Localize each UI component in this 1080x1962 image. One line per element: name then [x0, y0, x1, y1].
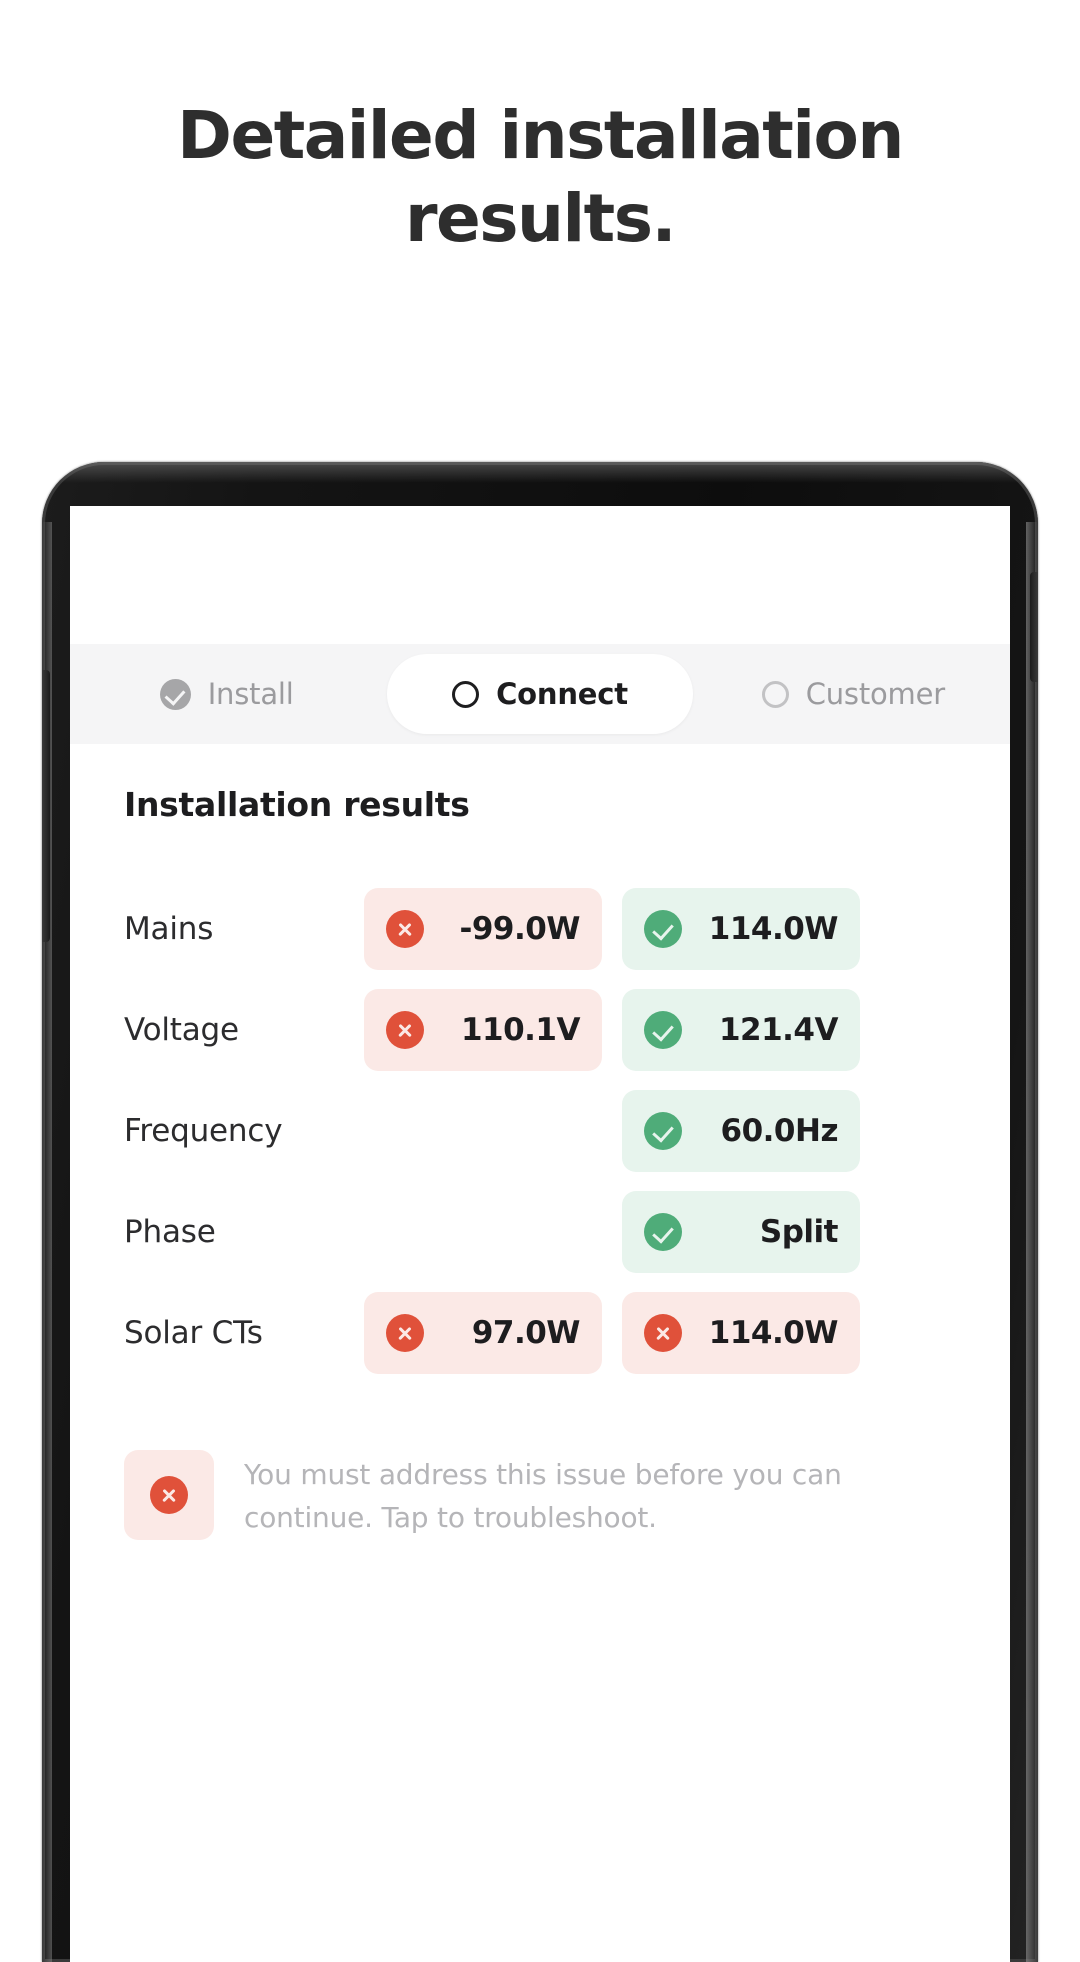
result-cell[interactable]: 110.1V — [364, 989, 602, 1071]
phone-screen: Install Connect Customer Installation re… — [70, 506, 1010, 1962]
result-value: 60.0Hz — [720, 1113, 839, 1149]
table-row: Solar CTs 97.0W 114.0W — [124, 1292, 960, 1374]
promo-headline: Detailed installation results. — [177, 97, 904, 257]
result-cell-empty — [364, 1191, 602, 1273]
circle-outline-icon — [452, 680, 480, 708]
check-circle-icon — [644, 1112, 682, 1150]
result-value: 121.4V — [718, 1012, 839, 1048]
result-cell[interactable]: 60.0Hz — [622, 1090, 860, 1172]
result-cell[interactable]: 121.4V — [622, 989, 860, 1071]
result-cell[interactable]: -99.0W — [364, 888, 602, 970]
tab-connect[interactable]: Connect — [387, 654, 693, 734]
error-circle-icon — [386, 1011, 424, 1049]
circle-outline-icon — [761, 680, 789, 708]
table-row: Mains -99.0W 114.0W — [124, 888, 960, 970]
error-circle-icon — [386, 1314, 424, 1352]
result-value: 110.1V — [460, 1012, 581, 1048]
phone-right-edge-highlight — [1026, 522, 1038, 1962]
tab-connect-label: Connect — [496, 677, 628, 711]
table-row: Frequency 60.0Hz — [124, 1090, 960, 1172]
check-circle-icon — [644, 910, 682, 948]
tab-customer-label: Customer — [805, 677, 945, 711]
notice-badge — [124, 1450, 214, 1540]
check-circle-icon — [644, 1011, 682, 1049]
page-title: Installation results — [124, 785, 470, 824]
error-circle-icon — [386, 910, 424, 948]
tab-install-label: Install — [207, 677, 294, 711]
troubleshoot-notice[interactable]: You must address this issue before you c… — [124, 1450, 960, 1540]
row-label: Mains — [124, 911, 214, 947]
notice-message: You must address this issue before you c… — [244, 1458, 842, 1534]
table-row: Phase Split — [124, 1191, 960, 1273]
row-cells: 110.1V 121.4V — [364, 989, 860, 1071]
tab-install[interactable]: Install — [74, 654, 379, 734]
progress-tab-bar: Install Connect Customer — [70, 644, 1010, 744]
row-label: Solar CTs — [124, 1315, 263, 1351]
installation-results-table: Mains -99.0W 114.0W Voltage 110.1V 121.4… — [124, 888, 960, 1393]
phone-mockup: Install Connect Customer Installation re… — [42, 462, 1038, 1962]
row-cells: -99.0W 114.0W — [364, 888, 860, 970]
check-circle-filled-icon — [159, 678, 191, 710]
result-value: -99.0W — [459, 911, 580, 947]
result-cell[interactable]: 97.0W — [364, 1292, 602, 1374]
volume-button[interactable] — [42, 670, 50, 942]
app-viewport: Install Connect Customer Installation re… — [70, 630, 1010, 1962]
row-label: Frequency — [124, 1113, 283, 1149]
result-cell-empty — [364, 1090, 602, 1172]
result-value: 114.0W — [708, 1315, 839, 1351]
check-circle-icon — [644, 1213, 682, 1251]
result-cell[interactable]: 114.0W — [622, 888, 860, 970]
result-value: 97.0W — [471, 1315, 581, 1351]
result-cell[interactable]: Split — [622, 1191, 860, 1273]
row-label: Voltage — [124, 1012, 239, 1048]
error-circle-icon — [150, 1476, 188, 1514]
row-label: Phase — [124, 1214, 216, 1250]
error-circle-icon — [644, 1314, 682, 1352]
tab-customer[interactable]: Customer — [701, 654, 1006, 734]
table-row: Voltage 110.1V 121.4V — [124, 989, 960, 1071]
row-cells: Split — [364, 1191, 860, 1273]
result-value: 114.0W — [708, 911, 839, 947]
result-cell[interactable]: 114.0W — [622, 1292, 860, 1374]
result-value: Split — [759, 1214, 839, 1250]
row-cells: 60.0Hz — [364, 1090, 860, 1172]
row-cells: 97.0W 114.0W — [364, 1292, 860, 1374]
